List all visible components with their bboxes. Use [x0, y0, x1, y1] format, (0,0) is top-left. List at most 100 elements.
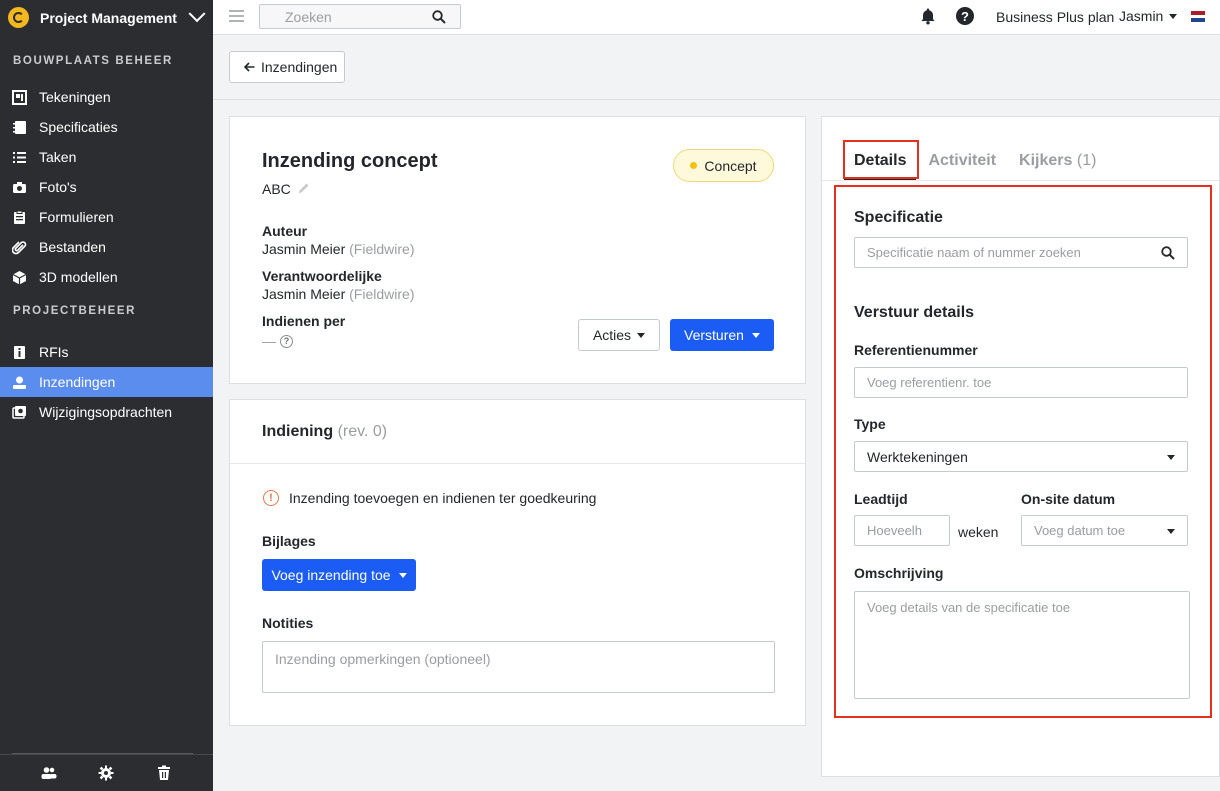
author-label: Auteur: [262, 223, 308, 239]
tab-kijkers[interactable]: Kijkers (1): [1019, 141, 1096, 180]
camera-icon: [12, 180, 27, 195]
team-icon[interactable]: [41, 765, 57, 781]
send-label: Versturen: [684, 327, 744, 343]
status-dot: [690, 162, 698, 169]
sidebar-item-label: 3D modellen: [39, 269, 118, 285]
sidebar-item-formulieren[interactable]: Formulieren: [0, 202, 213, 232]
question-icon[interactable]: ?: [280, 334, 293, 348]
back-button-label: Inzendingen: [261, 59, 338, 75]
sidebar-item-bestanden[interactable]: Bestanden: [0, 232, 213, 262]
tasks-icon: [12, 150, 27, 165]
sidebar: Project Management BOUWPLAATS BEHEER Tek…: [0, 0, 213, 791]
status-label: Concept: [704, 157, 757, 174]
divider: [230, 463, 805, 464]
search-input[interactable]: Zoeken: [259, 4, 461, 29]
tab-kijkers-count: (1): [1076, 152, 1097, 169]
tab-bar: Details Activiteit Kijkers (1): [844, 141, 1119, 180]
sidebar-item-label: Tekeningen: [39, 89, 111, 105]
author-org: (Fieldwire): [349, 241, 415, 257]
menu-icon[interactable]: [229, 10, 244, 22]
paperclip-icon: [12, 240, 27, 255]
sidebar-item-inzendingen[interactable]: Inzendingen: [0, 367, 213, 397]
submittal-subtitle: ABC: [262, 181, 291, 197]
search-icon[interactable]: [432, 10, 446, 27]
project-switcher[interactable]: Project Management: [0, 0, 213, 35]
revision-card: Indiening (rev. 0) ! Inzending toevoegen…: [229, 399, 806, 726]
tab-kijkers-label: Kijkers: [1019, 152, 1073, 169]
caret-down-icon: [1169, 13, 1178, 19]
desc-label: Omschrijving: [854, 565, 944, 581]
ref-label: Referentienummer: [854, 342, 978, 358]
lead-label: Leadtijd: [854, 491, 908, 507]
tab-details[interactable]: Details: [844, 141, 917, 180]
add-submittal-button[interactable]: Voeg inzending toe: [262, 559, 416, 591]
fieldwire-logo-icon: [8, 7, 29, 28]
spec-search-input[interactable]: Specificatie naam of nummer zoeken: [854, 237, 1188, 268]
sidebar-item-tekeningen[interactable]: Tekeningen: [0, 82, 213, 112]
tab-activiteit[interactable]: Activiteit: [928, 141, 996, 180]
author-name: Jasmin Meier: [262, 241, 346, 257]
trash-icon[interactable]: [156, 765, 172, 781]
type-label: Type: [854, 416, 886, 432]
sidebar-item-label: Foto's: [39, 179, 77, 195]
sidebar-item-wijzigingsopdrachten[interactable]: Wijzigingsopdrachten: [0, 397, 213, 427]
user-menu[interactable]: Jasmin: [1119, 8, 1178, 24]
ref-input[interactable]: Voeg referentienr. toe: [854, 367, 1188, 398]
status-badge: Concept: [673, 149, 774, 182]
responsible-name: Jasmin Meier: [262, 286, 346, 302]
send-button[interactable]: Versturen: [670, 319, 774, 351]
due-value-row: — ?: [262, 333, 293, 349]
onsite-date-select[interactable]: Voeg datum toe: [1021, 515, 1188, 546]
sidebar-section-title: PROJECTBEHEER: [13, 305, 137, 317]
search-icon[interactable]: [1161, 246, 1175, 263]
help-icon[interactable]: ?: [956, 7, 974, 25]
sidebar-item-3d-modellen[interactable]: 3D modellen: [0, 262, 213, 292]
sidebar-item-rfis[interactable]: RFIs: [0, 337, 213, 367]
divider: [822, 180, 1219, 181]
due-label: Indienen per: [262, 313, 346, 329]
revision-title-text: Indiening: [262, 423, 334, 440]
actions-button[interactable]: Acties: [578, 319, 660, 351]
submittal-title: Inzending concept: [262, 150, 438, 172]
sidebar-item-label: Wijzigingsopdrachten: [39, 404, 173, 420]
submittals-icon: [12, 375, 27, 390]
bell-icon[interactable]: [919, 7, 937, 28]
sidebar-item-specificaties[interactable]: Specificaties: [0, 112, 213, 142]
sidebar-item-fotos[interactable]: Foto's: [0, 172, 213, 202]
description-textarea[interactable]: Voeg details van de specificatie toe: [854, 591, 1190, 699]
specifications-icon: [12, 120, 27, 135]
send-details-heading: Verstuur details: [854, 304, 975, 321]
back-button[interactable]: Inzendingen: [229, 51, 345, 83]
chevron-down-icon[interactable]: [188, 4, 206, 22]
caret-down-icon: [637, 332, 646, 338]
lead-time-input[interactable]: Hoeveelh: [854, 515, 950, 546]
caret-down-icon: [398, 572, 407, 578]
sidebar-section-title: BOUWPLAATS BEHEER: [13, 55, 173, 67]
details-panel: Details Activiteit Kijkers (1) Specifica…: [821, 116, 1220, 777]
arrow-left-icon: [243, 59, 255, 75]
lead-unit: weken: [958, 524, 999, 540]
responsible-org: (Fieldwire): [349, 286, 415, 302]
submittal-subtitle-row: ABC: [262, 181, 310, 197]
spec-heading: Specificatie: [854, 209, 943, 226]
revision-info-text: Inzending toevoegen en indienen ter goed…: [289, 490, 597, 506]
sidebar-item-label: Taken: [39, 149, 77, 165]
revision-number: (rev. 0): [337, 423, 388, 440]
actions-label: Acties: [592, 327, 632, 343]
plan-link[interactable]: Business Plus plan: [996, 9, 1114, 25]
notes-textarea[interactable]: Inzending opmerkingen (optioneel): [262, 641, 775, 693]
sidebar-item-label: Bestanden: [39, 239, 106, 255]
sidebar-item-taken[interactable]: Taken: [0, 142, 213, 172]
type-select[interactable]: Werktekeningen: [854, 441, 1188, 472]
responsible-label: Verantwoordelijke: [262, 268, 382, 284]
dutch-flag-icon[interactable]: [1191, 11, 1205, 23]
submittal-summary-card: Inzending concept ABC Concept Auteur Jas…: [229, 116, 806, 384]
pencil-icon[interactable]: [298, 181, 310, 197]
caret-down-icon: [751, 332, 760, 338]
responsible-value: Jasmin Meier (Fieldwire): [262, 286, 414, 302]
search-placeholder: Zoeken: [285, 9, 332, 25]
type-value: Werktekeningen: [867, 448, 968, 465]
notes-label: Notities: [262, 615, 314, 631]
gear-icon[interactable]: [98, 765, 114, 781]
due-value: —: [262, 333, 276, 349]
